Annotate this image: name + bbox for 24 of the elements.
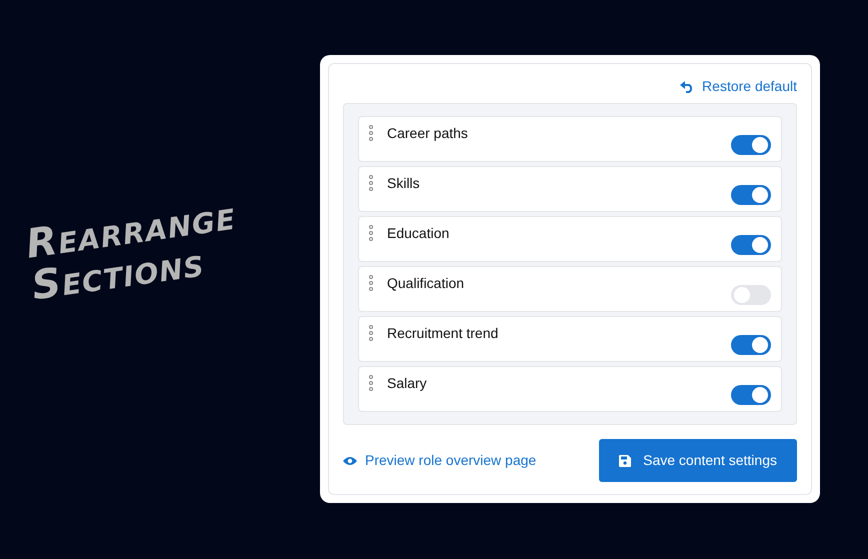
section-row[interactable]: Recruitment trend <box>358 316 782 362</box>
section-label: Qualification <box>387 274 464 293</box>
undo-icon <box>680 80 694 93</box>
toggle-switch[interactable] <box>731 135 771 155</box>
section-label: Education <box>387 224 450 243</box>
toggle-switch[interactable] <box>731 235 771 255</box>
toggle-switch[interactable] <box>731 285 771 305</box>
toggle-switch[interactable] <box>731 385 771 405</box>
restore-default-link[interactable]: Restore default <box>680 76 797 97</box>
eye-icon <box>343 456 357 466</box>
section-label: Recruitment trend <box>387 324 498 343</box>
section-row[interactable]: Qualification <box>358 266 782 312</box>
save-button[interactable]: Save content settings <box>599 439 797 482</box>
section-row[interactable]: Education <box>358 216 782 262</box>
section-label: Salary <box>387 374 427 393</box>
preview-link[interactable]: Preview role overview page <box>343 450 536 471</box>
toggle-switch[interactable] <box>731 185 771 205</box>
section-row[interactable]: Salary <box>358 366 782 412</box>
headline: Rearrange Sections <box>23 192 240 308</box>
section-row[interactable]: Career paths <box>358 116 782 162</box>
section-label: Skills <box>387 174 420 193</box>
toggle-switch[interactable] <box>731 335 771 355</box>
section-label: Career paths <box>387 124 468 143</box>
section-row[interactable]: Skills <box>358 166 782 212</box>
